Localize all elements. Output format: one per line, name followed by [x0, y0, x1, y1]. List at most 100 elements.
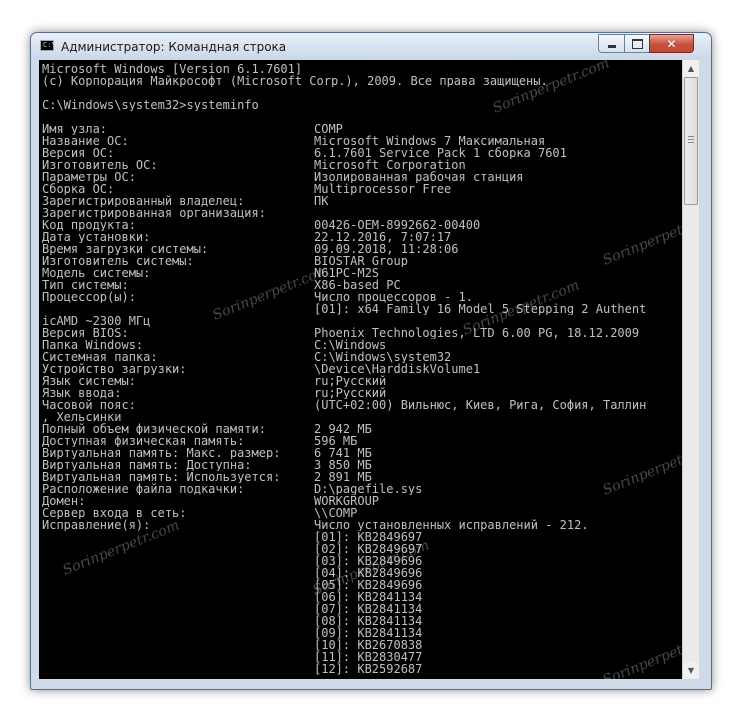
chevron-down-icon: ▼: [687, 666, 695, 675]
row-value: [04]: KB2849696: [314, 567, 423, 579]
chevron-up-icon: ▲: [687, 64, 695, 73]
systeminfo-row: Код продукта: 00426-OEM-8992662-00400: [42, 219, 682, 231]
row-label: Версия BIOS:: [42, 327, 129, 339]
row-value: 00426-OEM-8992662-00400: [314, 219, 481, 231]
row-value: [07]: KB2841134: [314, 603, 423, 615]
row-value: [06]: KB2841134: [314, 591, 423, 603]
systeminfo-row: Исправление(я): Число установленных испра…: [42, 519, 682, 531]
systeminfo-row: icAMD ~2300 МГц: [42, 315, 682, 327]
systeminfo-row: Версия ОС: 6.1.7601 Service Pack 1 сборка…: [42, 147, 682, 159]
systeminfo-row: [03]: KB2849696: [42, 555, 682, 567]
row-label: Версия ОС:: [42, 147, 115, 159]
systeminfo-row: Доступная физическая память: 596 МБ: [42, 435, 682, 447]
row-label: Время загрузки системы:: [42, 243, 209, 255]
row-value: ru;Русский: [314, 375, 387, 387]
row-value: COMP: [314, 123, 343, 135]
row-value: [01]: KB2849697: [314, 531, 423, 543]
systeminfo-row: Изготовитель системы: BIOSTAR Group: [42, 255, 682, 267]
systeminfo-row: Зарегистрированный владелец: ПК: [42, 195, 682, 207]
row-label: Язык системы:: [42, 375, 136, 387]
row-value: [08]: KB2841134: [314, 615, 423, 627]
systeminfo-row: Расположение файла подкачки: D:\pagefile.…: [42, 483, 682, 495]
scroll-up-button[interactable]: ▲: [683, 60, 699, 77]
row-value: [10]: KB2670838: [314, 639, 423, 651]
close-button[interactable]: ✕: [649, 34, 694, 53]
row-label: Устройство загрузки:: [42, 363, 187, 375]
scroll-thumb[interactable]: [684, 77, 698, 205]
row-label: Сервер входа в сеть:: [42, 507, 187, 519]
row-value: X86-based PC: [314, 279, 401, 291]
row-value: D:\pagefile.sys: [314, 483, 423, 495]
row-value: BIOSTAR Group: [314, 255, 408, 267]
systeminfo-row: Папка Windows: C:\Windows: [42, 339, 682, 351]
systeminfo-row: Устройство загрузки: \Device\HarddiskVolu…: [42, 363, 682, 375]
row-value: 6.1.7601 Service Pack 1 сборка 7601: [314, 147, 567, 159]
console-header-line: C:\Windows\system32>systeminfo: [42, 99, 259, 111]
systeminfo-row: Время загрузки системы: 09.09.2018, 11:28…: [42, 243, 682, 255]
console-window: C:\ Администратор: Командная строка ✕ Mi…: [30, 32, 712, 690]
systeminfo-row: [10]: KB2670838: [42, 639, 682, 651]
row-continuation: icAMD ~2300 МГц: [42, 315, 151, 327]
systeminfo-row: [08]: KB2841134: [42, 615, 682, 627]
systeminfo-row: Тип системы: X86-based PC: [42, 279, 682, 291]
row-value: [02]: KB2849697: [314, 543, 423, 555]
row-label: Изготовитель ОС:: [42, 159, 158, 171]
row-label: Язык ввода:: [42, 387, 122, 399]
cmd-icon[interactable]: C:\: [40, 40, 56, 51]
minimize-button[interactable]: [598, 34, 625, 53]
row-label: Дата установки:: [42, 231, 151, 243]
systeminfo-row: [05]: KB2849696: [42, 579, 682, 591]
systeminfo-row: [07]: KB2841134: [42, 603, 682, 615]
systeminfo-row: Изготовитель ОС: Microsoft Corporation: [42, 159, 682, 171]
systeminfo-row: Модель системы: N61PC-M2S: [42, 267, 682, 279]
row-label: Полный объем физической памяти:: [42, 423, 266, 435]
systeminfo-row: Системная папка: C:\Windows\system32: [42, 351, 682, 363]
row-label: Расположение файла подкачки:: [42, 483, 245, 495]
row-label: Название ОС:: [42, 135, 129, 147]
row-value: 3 850 МБ: [314, 459, 372, 471]
title-bar[interactable]: C:\ Администратор: Командная строка ✕: [31, 33, 711, 60]
row-label: Сборка ОС:: [42, 183, 115, 195]
maximize-icon: [631, 38, 643, 49]
row-value: 596 МБ: [314, 435, 358, 447]
scroll-down-button[interactable]: ▼: [683, 662, 699, 679]
row-label: Часовой пояс:: [42, 399, 136, 411]
row-value: \\COMP: [314, 507, 358, 519]
row-value: ПК: [314, 195, 329, 207]
systeminfo-row: Версия BIOS: Phoenix Technologies, LTD 6.…: [42, 327, 682, 339]
row-label: Системная папка:: [42, 351, 158, 363]
row-label: Виртуальная память: Используется:: [42, 471, 281, 483]
row-value: Число процессоров - 1.: [314, 291, 473, 303]
window-title: Администратор: Командная строка: [61, 40, 287, 54]
row-value: 2 942 МБ: [314, 423, 372, 435]
row-value: Phoenix Technologies, LTD 6.00 PG, 18.12…: [314, 327, 640, 339]
row-label: Имя узла:: [42, 123, 108, 135]
row-value: C:\Windows\system32: [314, 351, 452, 363]
console-header-line: (c) Корпорация Майкрософт (Microsoft Cor…: [42, 75, 548, 87]
row-value: [05]: KB2849696: [314, 579, 423, 591]
row-label: Тип системы:: [42, 279, 129, 291]
row-value: \Device\HarddiskVolume1: [314, 363, 481, 375]
row-value: Microsoft Corporation: [314, 159, 466, 171]
row-value: 6 741 МБ: [314, 447, 372, 459]
row-value: (UTC+02:00) Вильнюс, Киев, Рига, София, …: [314, 399, 647, 411]
systeminfo-row: Язык системы: ru;Русский: [42, 375, 682, 387]
row-value: Multiprocessor Free: [314, 183, 452, 195]
console-header-line: Microsoft Windows [Version 6.1.7601]: [42, 63, 303, 75]
systeminfo-row: Процессор(ы): Число процессоров - 1.: [42, 291, 682, 303]
vertical-scrollbar[interactable]: ▲ ▼: [682, 60, 699, 679]
systeminfo-row: [01]: x64 Family 16 Model 5 Stepping 2 A…: [42, 303, 682, 315]
row-label: Код продукта:: [42, 219, 136, 231]
row-value: N61PC-M2S: [314, 267, 380, 279]
row-value: [12]: KB2592687: [314, 663, 423, 675]
row-value: WORKGROUP: [314, 495, 380, 507]
row-continuation: , Хельсинки: [42, 411, 122, 423]
systeminfo-row: Зарегистрированная организация:: [42, 207, 682, 219]
systeminfo-row: , Хельсинки: [42, 411, 682, 423]
maximize-button[interactable]: [624, 34, 650, 53]
row-value: 09.09.2018, 11:28:06: [314, 243, 459, 255]
cmd-icon-text: C:\: [43, 41, 56, 49]
console-output[interactable]: Microsoft Windows [Version 6.1.7601] (c) …: [39, 60, 682, 679]
row-value: 2 891 МБ: [314, 471, 372, 483]
row-label: Домен:: [42, 495, 86, 507]
